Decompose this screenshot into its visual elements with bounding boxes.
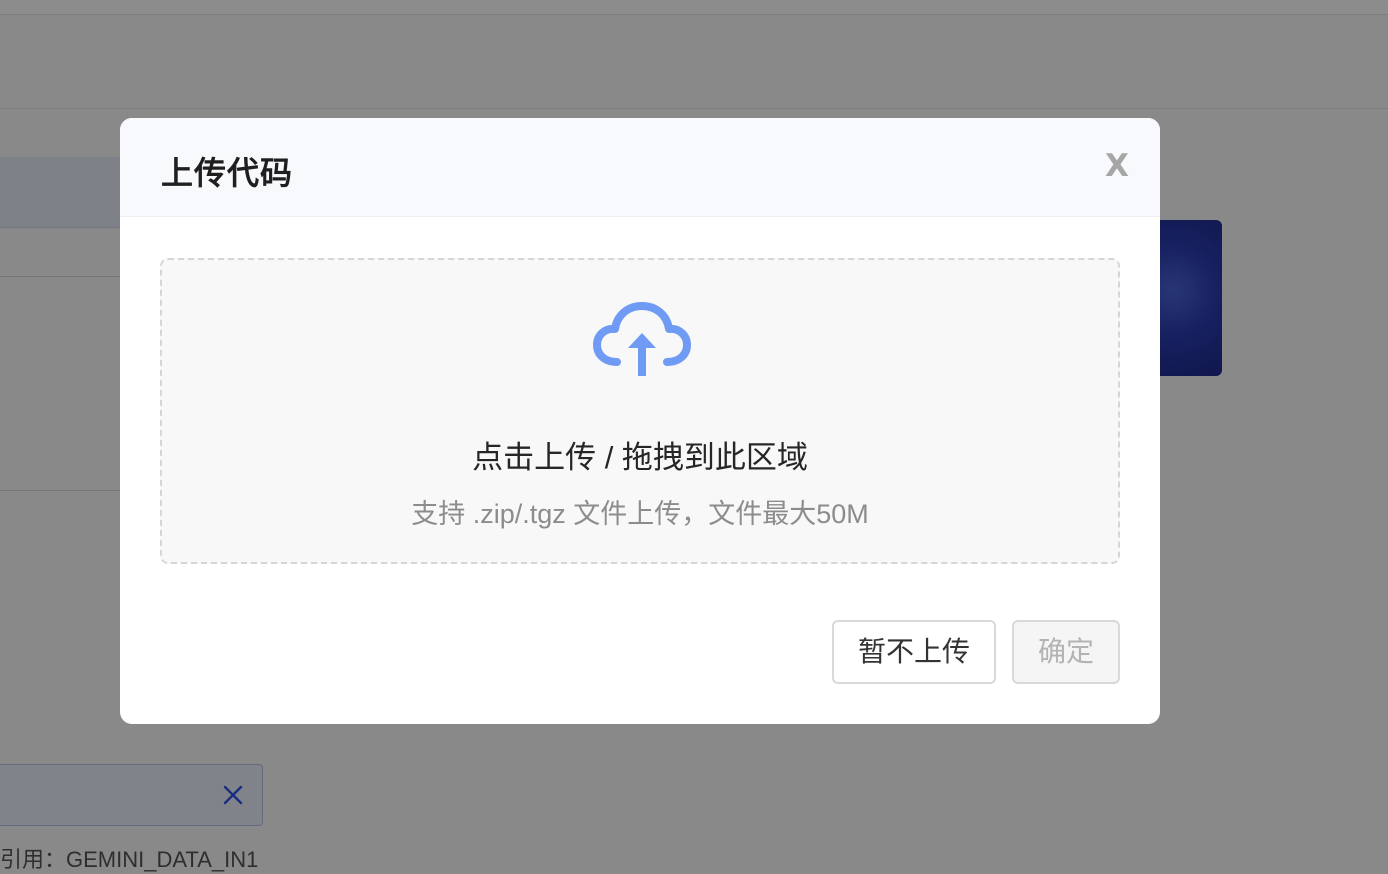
skip-upload-button[interactable]: 暂不上传 xyxy=(832,620,996,684)
upload-title: 点击上传 / 拖拽到此区域 xyxy=(472,440,808,475)
upload-code-dialog: 上传代码 X 点击上传 / 拖拽到此区域 支持 .zip/.tgz 文件上传，文… xyxy=(120,118,1160,724)
confirm-button[interactable]: 确定 xyxy=(1012,620,1120,684)
dialog-header: 上传代码 X xyxy=(120,118,1160,217)
upload-hint: 支持 .zip/.tgz 文件上传，文件最大50M xyxy=(411,499,869,529)
cloud-upload-icon xyxy=(593,302,691,376)
upload-dropzone[interactable]: 点击上传 / 拖拽到此区域 支持 .zip/.tgz 文件上传，文件最大50M xyxy=(160,258,1120,564)
dialog-title: 上传代码 xyxy=(161,155,294,191)
close-button[interactable]: X xyxy=(1100,144,1134,184)
